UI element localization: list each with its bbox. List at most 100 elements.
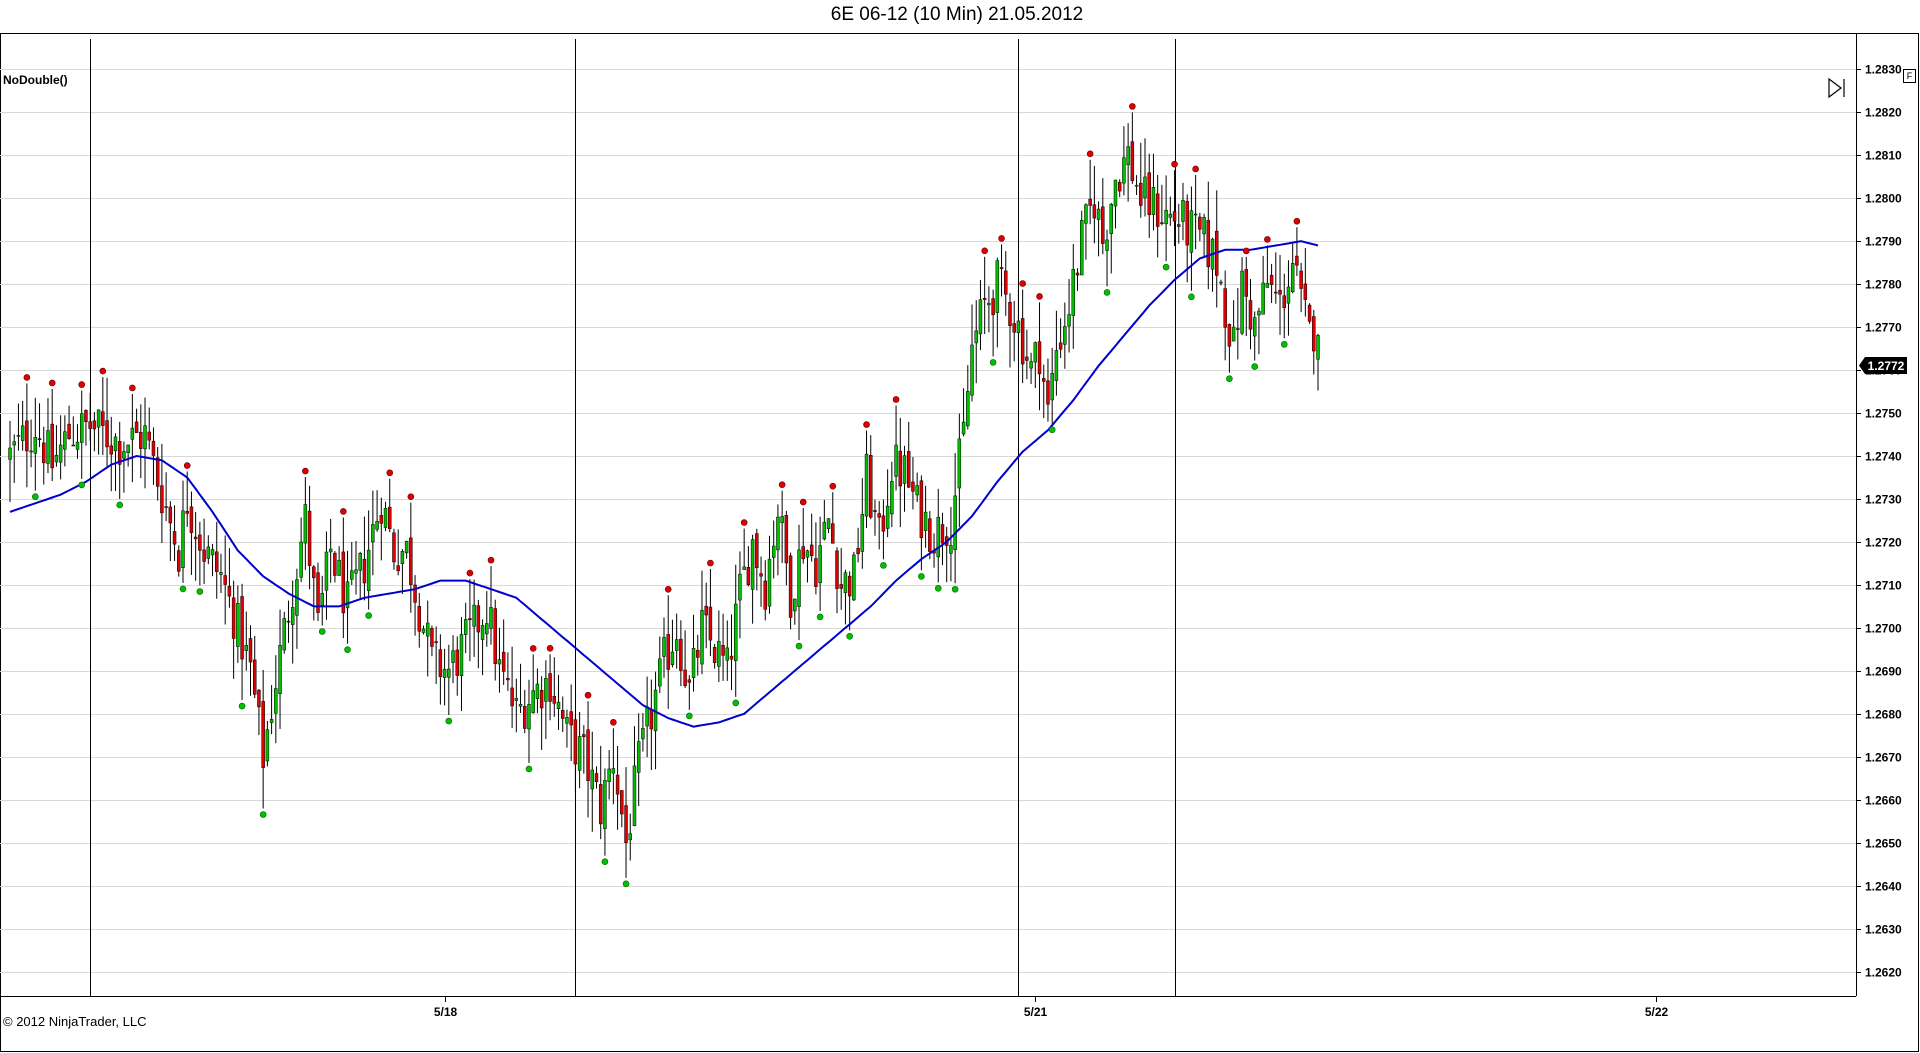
price-tick-label: 1.2640 [1865,880,1902,894]
price-chart[interactable]: 1.2620 1.2630 1.2640 1.2650 1.2660 1.2670 1.26… [0,33,1920,1053]
price-axis[interactable]: 1.2620 1.2630 1.2640 1.2650 1.2660 1.2670 1.26… [1856,63,1902,980]
candle [438,634,443,705]
candle [944,526,949,583]
price-tick-label: 1.2700 [1865,622,1902,636]
sell-marker [1019,280,1026,287]
candle [890,461,894,528]
time-axis[interactable]: 5/18 5/21 5/22 [434,996,1669,1019]
candle [818,516,822,611]
candle [261,670,265,809]
sell-marker [1086,150,1094,158]
sell-marker [1293,217,1301,225]
candle [527,679,531,763]
candle [33,397,38,491]
candle [493,599,497,681]
candle [1130,112,1135,184]
candle [223,535,227,625]
candle [489,566,493,645]
sell-marker [78,381,86,388]
candle [746,546,751,587]
candle [37,403,42,448]
candle [712,643,717,669]
candle [1147,153,1151,238]
candle [1215,190,1219,308]
candle [1020,289,1025,384]
chart-panel[interactable]: 1.2620 1.2630 1.2640 1.2650 1.2660 1.2670 1.26… [0,33,1920,1053]
candle [480,619,485,676]
candle [485,591,489,647]
candlesticks[interactable] [8,112,1320,878]
candle [1274,252,1278,304]
candle [472,579,476,657]
candle [1067,279,1071,353]
candle [1101,178,1105,255]
sell-marker [584,691,592,699]
candle [1050,347,1054,424]
candle [1071,243,1076,349]
candle [164,472,168,522]
candle [404,540,409,559]
price-tick-label: 1.2690 [1865,665,1902,679]
candle [409,502,413,613]
sell-marker [340,508,347,515]
candle [936,488,940,583]
candle [252,635,257,699]
candle [864,430,869,528]
play-end-icon[interactable] [1826,77,1850,99]
candle [822,499,827,541]
candle [463,602,468,654]
buy-marker [1188,293,1195,301]
candle [155,447,160,501]
candle [805,549,810,583]
candle [54,425,59,467]
price-tick-label: 1.2770 [1865,321,1902,335]
candle [379,497,384,561]
candle [809,513,814,562]
candle [459,617,464,712]
candle [1206,181,1211,290]
candle [1261,255,1265,315]
candle [366,510,371,610]
candle [286,600,291,643]
candle [1016,289,1021,362]
price-tick-label: 1.2630 [1865,923,1902,937]
candle [269,685,274,735]
signal-markers[interactable] [23,103,1301,888]
candle [1037,302,1042,411]
candle [1269,263,1274,304]
candle [1079,210,1084,276]
candle [282,611,286,654]
candle [383,501,388,532]
buy-marker [1048,426,1056,434]
candle [742,528,746,571]
candle [632,726,637,827]
candle [670,619,675,668]
candle [843,569,848,625]
session-break-lines [90,39,1176,996]
candle [556,675,561,730]
grid-lines [0,69,1856,973]
candle [1312,309,1316,375]
buy-marker [116,501,124,509]
f-button[interactable]: F [1903,69,1916,83]
candle [1113,179,1118,229]
candle [577,711,582,789]
buy-marker [1162,263,1170,271]
candle [1181,182,1185,241]
candle [354,541,358,595]
buy-marker [1280,341,1288,348]
candle [274,655,278,744]
candle [658,636,662,694]
candle [679,620,683,687]
candle [92,412,97,452]
candle [1096,201,1101,257]
price-tick-label: 1.2710 [1865,579,1902,593]
candle [759,556,763,607]
candle [1303,248,1308,317]
candle [320,575,324,626]
candle [101,377,105,456]
candle [257,689,261,736]
candle [25,383,29,488]
buy-marker [1226,375,1233,382]
buy-marker [1103,289,1111,296]
